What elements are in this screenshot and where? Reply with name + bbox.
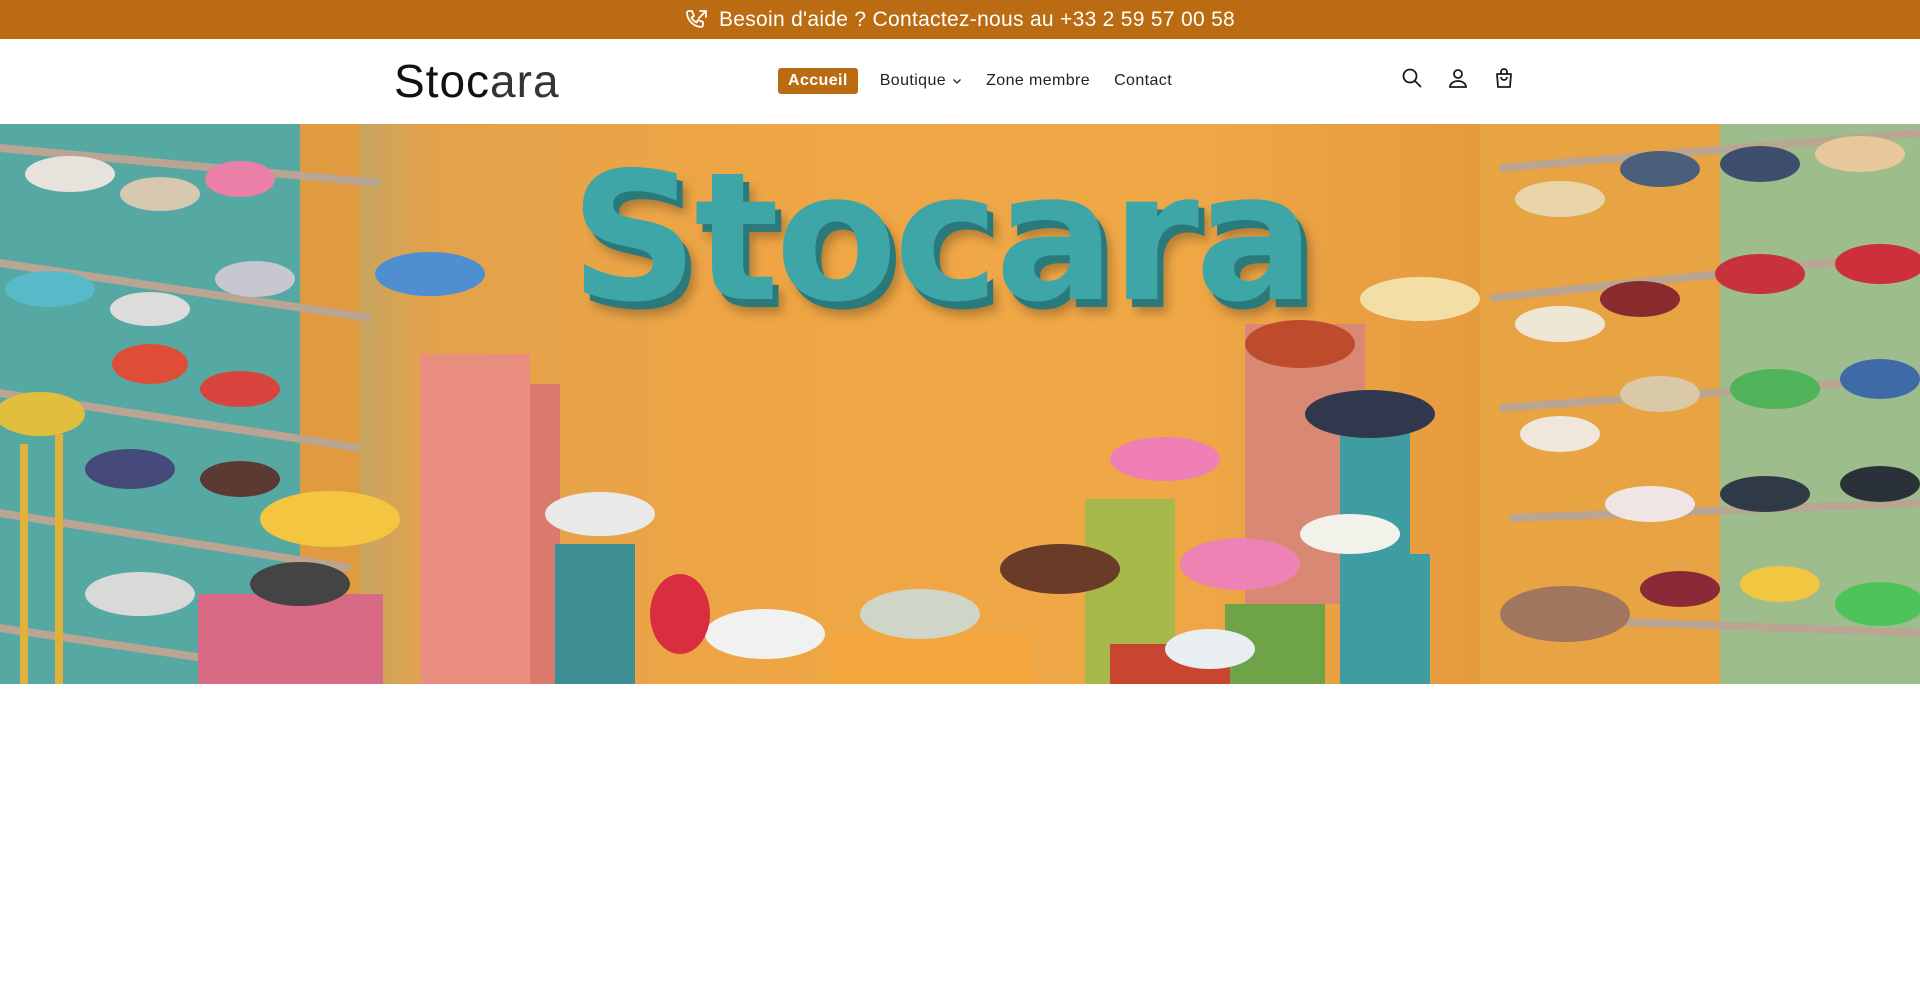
header-actions bbox=[1400, 66, 1516, 90]
nav-item-accueil[interactable]: Accueil bbox=[778, 68, 858, 94]
account-icon[interactable] bbox=[1446, 66, 1470, 90]
nav-item-zone-membre[interactable]: Zone membre bbox=[976, 69, 1100, 93]
nav-item-boutique-label: Boutique bbox=[879, 72, 947, 89]
logo-text-part1: Stoc bbox=[394, 55, 491, 107]
cart-icon[interactable] bbox=[1492, 66, 1516, 90]
main-nav: Accueil Boutique Zone membre Contact bbox=[778, 68, 1186, 94]
site-header: Stocara Accueil Boutique Zone membre Con… bbox=[0, 39, 1920, 124]
hero-banner[interactable]: Stocara bbox=[0, 124, 1920, 684]
logo-text-part2: ara bbox=[490, 55, 560, 107]
nav-item-boutique[interactable]: Boutique bbox=[870, 69, 972, 93]
chevron-down-icon bbox=[952, 76, 962, 86]
site-logo[interactable]: Stocara bbox=[394, 57, 560, 105]
announcement-text: Besoin d'aide ? Contactez-nous au +33 2 … bbox=[718, 7, 1236, 31]
hero-sign-text: Stocara bbox=[570, 134, 1315, 341]
nav-item-contact[interactable]: Contact bbox=[1104, 69, 1182, 93]
search-icon[interactable] bbox=[1400, 66, 1424, 90]
announcement-bar: Besoin d'aide ? Contactez-nous au +33 2 … bbox=[0, 0, 1920, 39]
phone-forward-icon bbox=[685, 8, 709, 32]
